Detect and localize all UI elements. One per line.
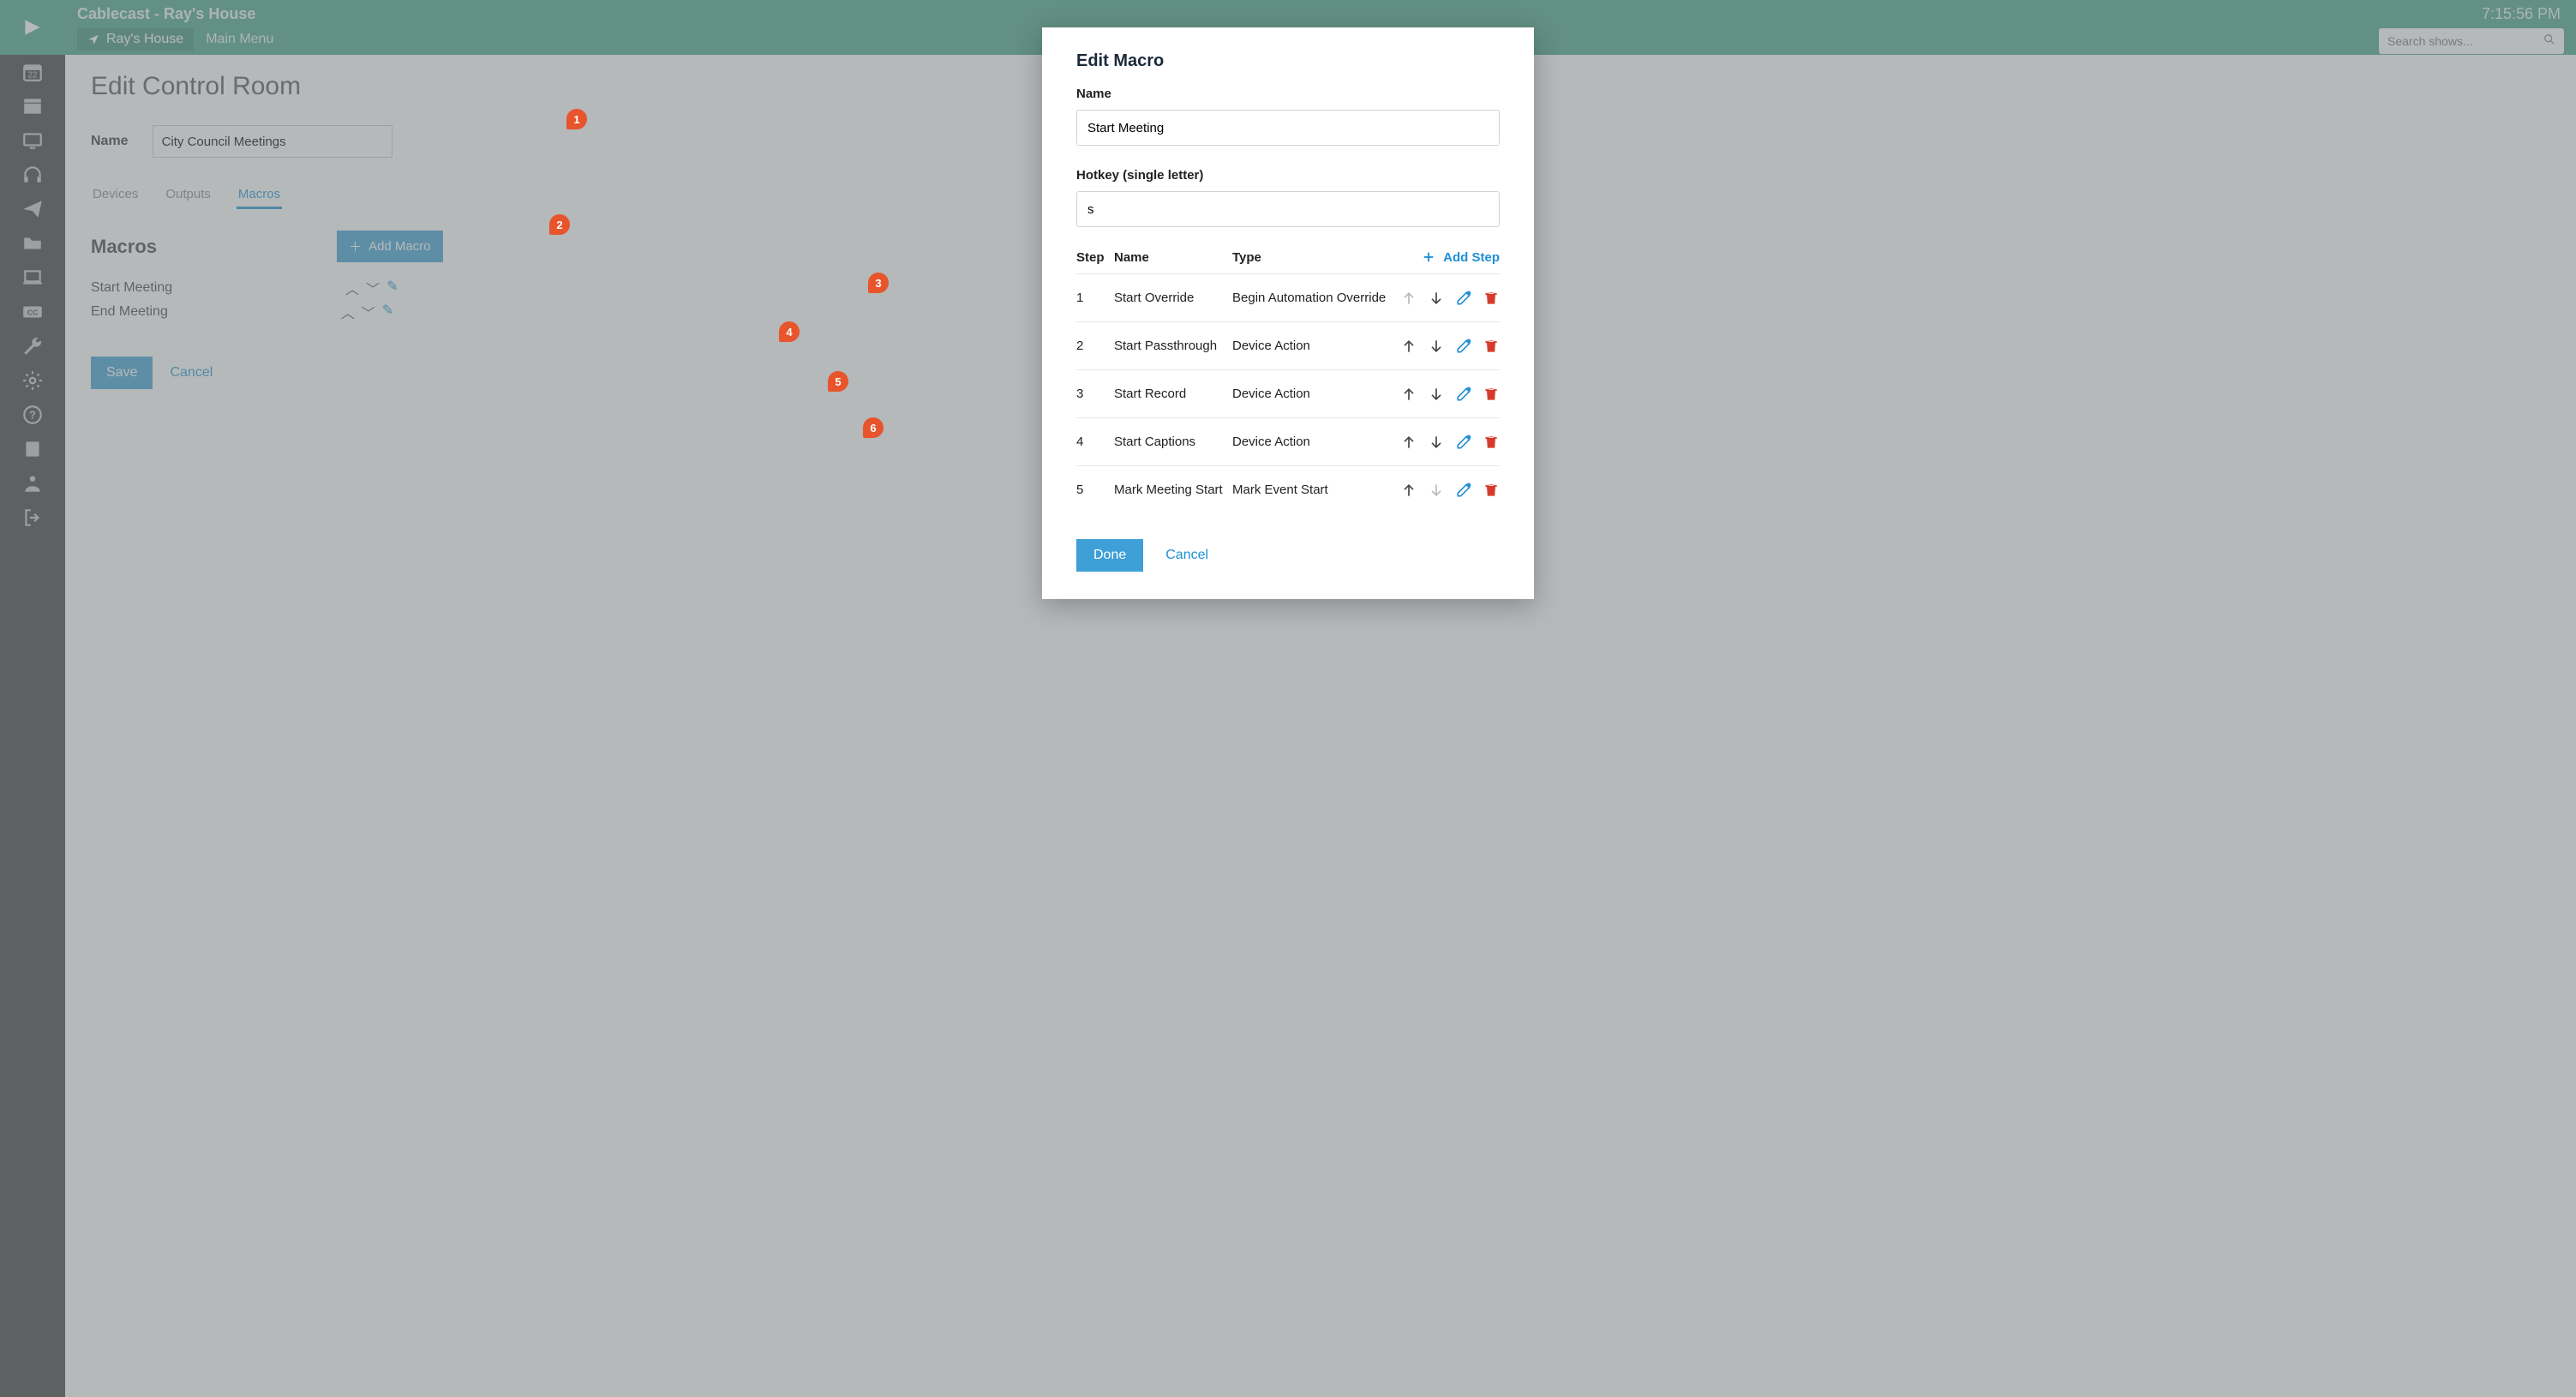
step-row: 5Mark Meeting StartMark Event Start <box>1076 465 1500 513</box>
macro-hotkey-input[interactable] <box>1076 191 1500 227</box>
annotation-bubble: 1 <box>566 109 587 129</box>
edit-step-icon[interactable] <box>1455 338 1472 355</box>
step-name: Start Passthrough <box>1114 339 1232 353</box>
move-up-icon[interactable] <box>1400 482 1417 499</box>
move-down-icon[interactable] <box>1428 434 1445 451</box>
step-type: Device Action <box>1232 387 1395 401</box>
edit-step-icon[interactable] <box>1455 482 1472 499</box>
step-type: Mark Event Start <box>1232 483 1395 497</box>
edit-step-icon[interactable] <box>1455 386 1472 403</box>
step-row: 4Start CaptionsDevice Action <box>1076 417 1500 465</box>
macro-name-input[interactable] <box>1076 110 1500 146</box>
modal-cancel-link[interactable]: Cancel <box>1165 548 1208 563</box>
move-down-icon <box>1428 482 1445 499</box>
step-number: 1 <box>1076 291 1114 305</box>
step-number: 2 <box>1076 339 1114 353</box>
add-step-button[interactable]: Add Step <box>1421 249 1500 265</box>
modal-name-label: Name <box>1076 87 1500 101</box>
move-up-icon <box>1400 290 1417 307</box>
step-type: Begin Automation Override <box>1232 291 1395 305</box>
step-row: 1Start OverrideBegin Automation Override <box>1076 273 1500 321</box>
delete-step-icon[interactable] <box>1483 434 1500 451</box>
step-row: 3Start RecordDevice Action <box>1076 369 1500 417</box>
delete-step-icon[interactable] <box>1483 386 1500 403</box>
delete-step-icon[interactable] <box>1483 338 1500 355</box>
move-up-icon[interactable] <box>1400 338 1417 355</box>
step-type: Device Action <box>1232 435 1395 449</box>
step-name: Start Record <box>1114 387 1232 401</box>
step-name: Start Captions <box>1114 435 1232 449</box>
delete-step-icon[interactable] <box>1483 482 1500 499</box>
delete-step-icon[interactable] <box>1483 290 1500 307</box>
steps-header: Step Name Type Add Step <box>1076 249 1500 273</box>
step-number: 5 <box>1076 483 1114 497</box>
col-name: Name <box>1114 250 1232 265</box>
col-type: Type <box>1232 250 1395 265</box>
annotation-bubble: 5 <box>828 371 848 392</box>
done-button[interactable]: Done <box>1076 539 1143 572</box>
modal-heading: Edit Macro <box>1076 51 1500 71</box>
edit-macro-modal: Edit Macro Name Hotkey (single letter) S… <box>1042 27 1534 599</box>
edit-step-icon[interactable] <box>1455 290 1472 307</box>
step-row: 2Start PassthroughDevice Action <box>1076 321 1500 369</box>
step-name: Mark Meeting Start <box>1114 483 1232 497</box>
edit-step-icon[interactable] <box>1455 434 1472 451</box>
annotation-bubble: 3 <box>868 273 889 293</box>
step-name: Start Override <box>1114 291 1232 305</box>
move-up-icon[interactable] <box>1400 386 1417 403</box>
move-down-icon[interactable] <box>1428 386 1445 403</box>
annotation-bubble: 6 <box>863 417 884 438</box>
step-type: Device Action <box>1232 339 1395 353</box>
move-down-icon[interactable] <box>1428 338 1445 355</box>
move-down-icon[interactable] <box>1428 290 1445 307</box>
annotation-bubble: 2 <box>549 214 570 235</box>
modal-hotkey-label: Hotkey (single letter) <box>1076 168 1500 183</box>
move-up-icon[interactable] <box>1400 434 1417 451</box>
col-step: Step <box>1076 250 1114 265</box>
step-number: 4 <box>1076 435 1114 449</box>
annotation-bubble: 4 <box>779 321 800 342</box>
add-step-label: Add Step <box>1443 250 1500 265</box>
step-number: 3 <box>1076 387 1114 401</box>
